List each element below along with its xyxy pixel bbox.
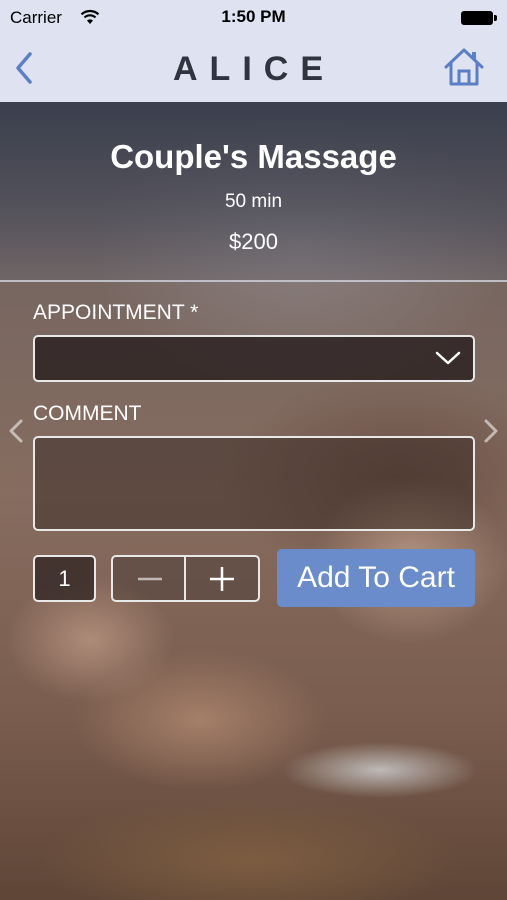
product-duration: 50 min <box>224 191 283 212</box>
logo-text: ALICE <box>173 50 335 84</box>
comment-label: COMMENT <box>33 402 142 425</box>
battery-icon <box>461 11 497 25</box>
quantity-field[interactable]: 1 <box>33 555 96 602</box>
comment-field[interactable] <box>33 436 475 531</box>
product-title: Couple's Massage <box>110 138 397 175</box>
product-header: Couple's Massage 50 min $200 <box>0 102 507 282</box>
appointment-label: APPOINTMENT * <box>33 301 199 324</box>
previous-arrow-icon[interactable] <box>8 418 24 444</box>
chevron-down-icon <box>435 351 461 365</box>
product-price: $200 <box>229 229 278 254</box>
add-to-cart-button[interactable]: Add To Cart <box>277 549 475 607</box>
minus-icon <box>138 577 162 581</box>
plus-icon <box>210 567 234 591</box>
decrement-button[interactable] <box>113 557 186 600</box>
logo: ALICE <box>0 50 507 89</box>
status-bar: Carrier 1:50 PM <box>0 0 507 36</box>
home-icon <box>444 48 484 86</box>
navigation-bar: ALICE <box>0 36 507 102</box>
increment-button[interactable] <box>186 557 258 600</box>
status-time: 1:50 PM <box>221 7 286 26</box>
home-button[interactable] <box>443 46 485 88</box>
appointment-select[interactable] <box>33 335 475 382</box>
next-arrow-icon[interactable] <box>483 418 499 444</box>
header-divider <box>0 280 507 282</box>
quantity-stepper <box>111 555 260 602</box>
